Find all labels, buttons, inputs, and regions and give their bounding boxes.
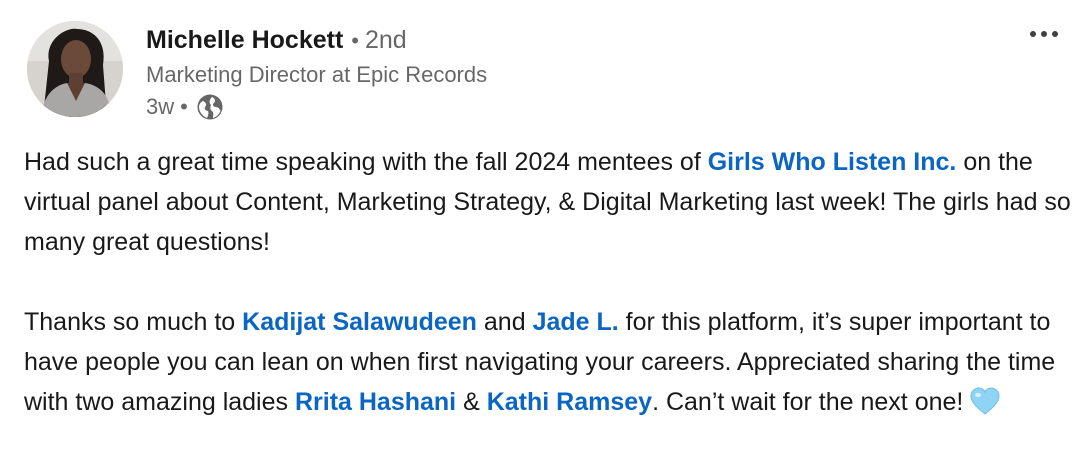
author-name[interactable]: Michelle Hockett • 2nd	[146, 26, 407, 55]
globe-icon	[196, 93, 224, 121]
post-text: Had such a great time speaking with the …	[24, 148, 708, 176]
more-options-icon	[1030, 31, 1058, 37]
mention-girls-who-listen[interactable]: Girls Who Listen Inc.	[708, 148, 957, 176]
post-text: Thanks so much to	[24, 308, 243, 336]
post-text: . Can’t wait for the next one!	[652, 388, 964, 416]
post-paragraph-2: Thanks so much to Kadijat Salawudeen and…	[24, 302, 1074, 428]
meta-separator: •	[180, 94, 188, 119]
post-time: 3w	[146, 94, 175, 119]
mention-rrita-hashani[interactable]: Rrita Hashani	[295, 388, 456, 416]
post-body: Had such a great time speaking with the …	[24, 142, 1074, 428]
connection-degree: 2nd	[364, 26, 407, 54]
author-headline: Marketing Director at Epic Records	[146, 62, 488, 87]
author-name-text[interactable]: Michelle Hockett	[146, 26, 343, 54]
mention-kathi-ramsey[interactable]: Kathi Ramsey	[487, 388, 652, 416]
light-blue-heart-icon	[969, 386, 1001, 428]
post-meta: 3w •	[146, 93, 224, 121]
mention-kadijat-salawudeen[interactable]: Kadijat Salawudeen	[242, 308, 477, 336]
feed-post: Michelle Hockett • 2nd Marketing Director …	[0, 0, 1092, 472]
bullet-separator: •	[351, 28, 359, 53]
post-paragraph-1: Had such a great time speaking with the …	[24, 142, 1074, 262]
post-text: and	[476, 308, 533, 336]
post-text: &	[456, 388, 487, 416]
more-options-button[interactable]	[1026, 20, 1062, 48]
mention-jade-l[interactable]: Jade L.	[533, 308, 619, 336]
avatar[interactable]	[27, 21, 123, 117]
